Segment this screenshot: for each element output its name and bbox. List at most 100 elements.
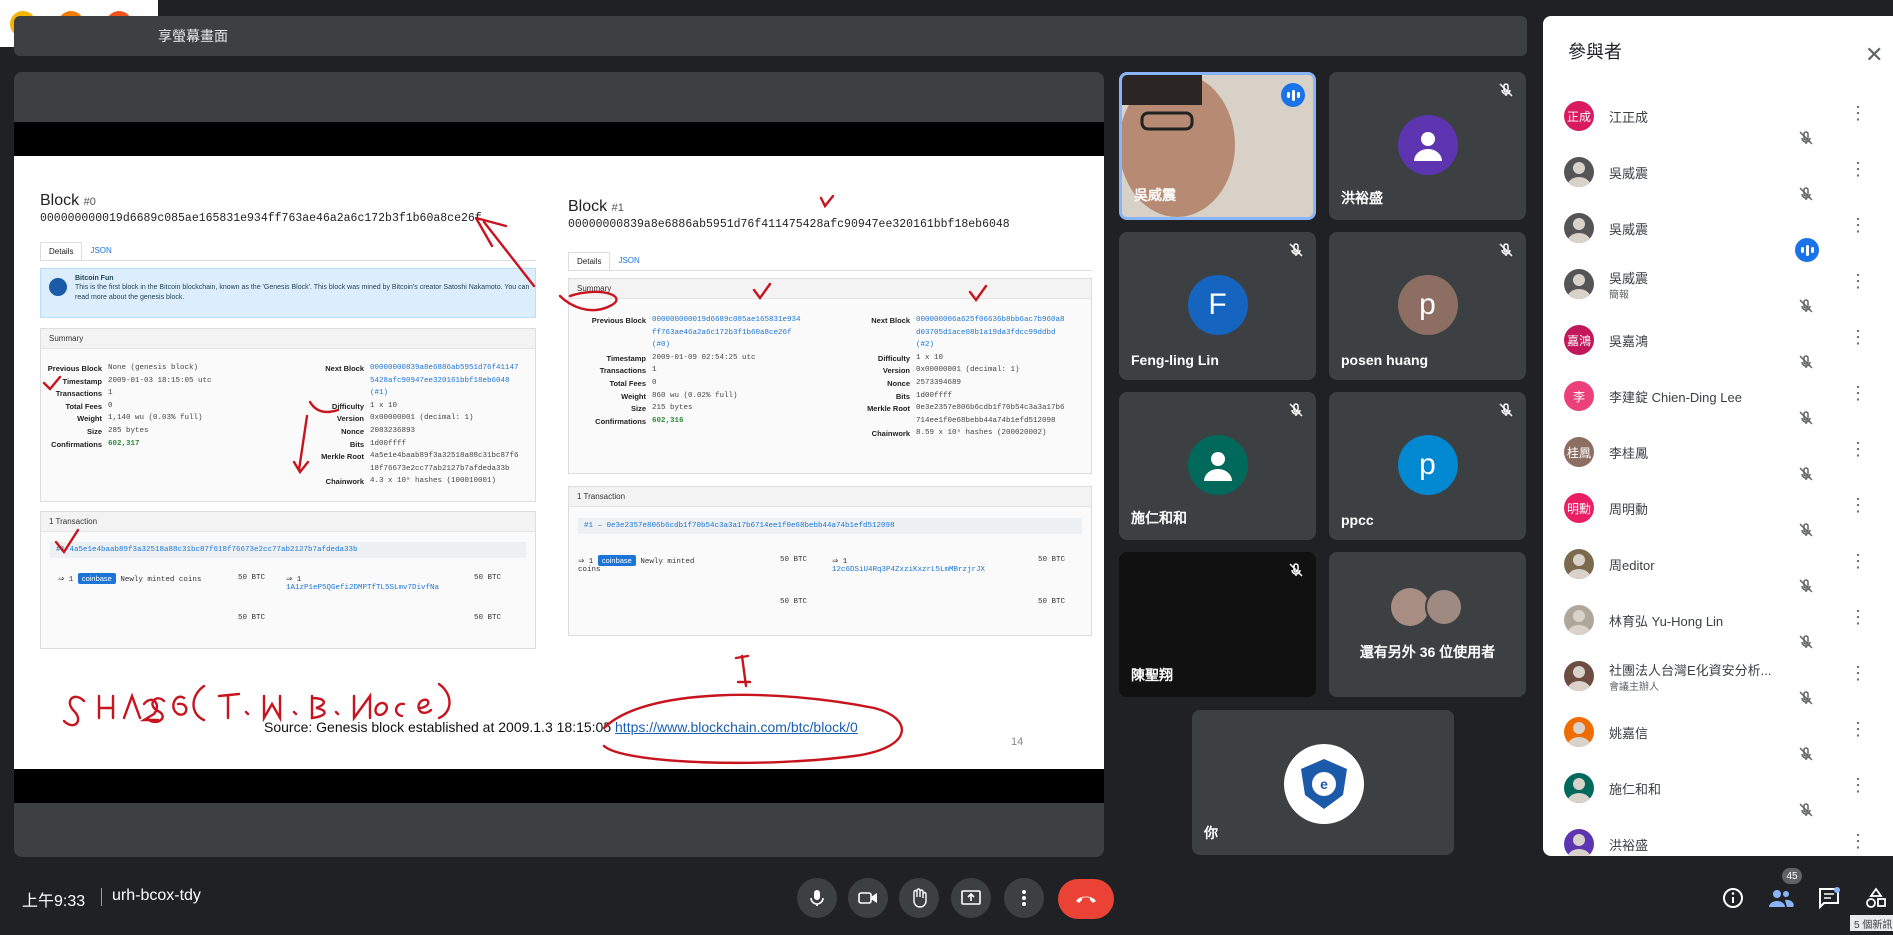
summary-value: 0 <box>652 379 657 387</box>
participant-row[interactable]: 吳威震 ⋮ <box>1543 144 1893 201</box>
summary-value: 860 wu (0.02% full) <box>652 391 738 400</box>
tab-details[interactable]: Details <box>568 252 611 270</box>
tile-more-participants[interactable]: 還有另外 36 位使用者 <box>1329 552 1526 697</box>
participants-panel: 參與者 ✕ 正成 江正成 ⋮ 吳威震 ⋮ 吳威震 ⋮ 吳威震 簡報 ⋮ 嘉鴻 吳嘉鴻 ⋮ 李李建錠 Chi… <box>1543 16 1893 856</box>
summary-key <box>568 329 646 337</box>
mic-off-icon <box>1289 563 1303 577</box>
summary-value[interactable]: (#1) <box>370 389 388 397</box>
more-vert-icon[interactable]: ⋮ <box>1849 720 1867 738</box>
summary-value[interactable]: ff763ae46a2a6c172b3f1b60a8ce26f <box>652 329 792 337</box>
tile-posen-huang[interactable]: p posen huang <box>1329 232 1526 380</box>
participant-row[interactable]: 桂鳳 李桂鳳 ⋮ <box>1543 424 1893 481</box>
participant-row[interactable]: 吳威震 簡報 ⋮ <box>1543 256 1893 313</box>
summary-value[interactable]: (#0) <box>652 341 670 349</box>
block1-title: Block #1 <box>568 198 624 215</box>
tab-details[interactable]: Details <box>40 242 83 260</box>
tile-self[interactable]: e 你 <box>1192 710 1454 855</box>
more-vert-icon[interactable]: ⋮ <box>1849 664 1867 682</box>
close-icon[interactable]: ✕ <box>1865 44 1883 66</box>
block0-tx-hash[interactable]: #1 4a5e1e4baab89f3a32518a88c31bc87f618f7… <box>50 542 526 558</box>
summary-row: Previous Block None (genesis block) <box>40 364 198 373</box>
more-vert-icon[interactable]: ⋮ <box>1849 272 1867 290</box>
more-options-button[interactable] <box>1004 878 1044 918</box>
participant-row[interactable]: 明勳 周明勳 ⋮ <box>1543 480 1893 537</box>
mic-button[interactable] <box>797 878 837 918</box>
more-vert-icon[interactable]: ⋮ <box>1849 384 1867 402</box>
tile-施仁和和[interactable]: 施仁和和 <box>1119 392 1316 540</box>
source-text: Source: Genesis block established at 200… <box>264 719 612 735</box>
more-vert-icon[interactable]: ⋮ <box>1849 608 1867 626</box>
participant-row[interactable]: 正成 江正成 ⋮ <box>1543 88 1893 145</box>
tile-吳威震[interactable]: 吳威震 <box>1119 72 1316 220</box>
summary-key: Difficulty <box>331 401 364 411</box>
summary-value[interactable]: 000000000019d6689c085ae165831e934 <box>652 316 801 325</box>
summary-key <box>568 341 646 349</box>
more-vert-icon[interactable]: ⋮ <box>1849 160 1867 178</box>
summary-row: Chainwork 4.3 x 10⁹ hashes (100010001) <box>294 477 496 486</box>
block0-tx-total-out: 50 BTC <box>474 614 502 622</box>
participant-row[interactable]: 李李建錠 Chien-Ding Lee ⋮ <box>1543 368 1893 425</box>
summary-value: None (genesis block) <box>108 364 199 372</box>
tab-json[interactable]: JSON <box>82 242 119 260</box>
participant-row[interactable]: 吳威震 ⋮ <box>1543 200 1893 262</box>
meeting-code: urh-bcox-tdy <box>112 887 201 904</box>
leave-call-button[interactable] <box>1058 879 1114 919</box>
present-button[interactable] <box>951 878 991 918</box>
more-vert-icon[interactable]: ⋮ <box>1849 328 1867 346</box>
tile-name: 陳聖翔 <box>1131 667 1173 683</box>
summary-value: 2573394689 <box>916 379 962 387</box>
camera-button[interactable] <box>848 878 888 918</box>
participant-row[interactable]: 施仁和和 ⋮ <box>1543 760 1893 817</box>
presentation-stage: Block #0 000000000019d6689c085ae165831e9… <box>14 72 1104 857</box>
participant-name: 江正成 <box>1609 110 1649 125</box>
summary-row: Timestamp 2009-01-03 18:15:05 utc <box>40 377 212 386</box>
source-link[interactable]: https://www.blockchain.com/btc/block/0 <box>615 719 858 735</box>
block0-title: Block #0 <box>40 192 96 209</box>
participant-row[interactable]: 周editor ⋮ <box>1543 536 1893 593</box>
block1-tx-output: ⇒ 1 12c6DSiU4Rq3P4ZxziKxzrL5LmMBrzjrJX <box>832 558 986 574</box>
summary-key: Total Fees <box>65 401 102 411</box>
summary-row: Version 0x00000001 (decimal: 1) <box>832 366 1020 375</box>
participant-row[interactable]: 姚嘉信 ⋮ <box>1543 704 1893 761</box>
block0-tabs: Details JSON <box>40 242 536 261</box>
coinbase-badge: coinbase <box>597 555 636 566</box>
summary-value: 602,316 <box>652 416 684 425</box>
participant-avatar: 李 <box>1564 381 1594 411</box>
tile-陳聖翔[interactable]: 陳聖翔 <box>1119 552 1316 697</box>
tab-json[interactable]: JSON <box>610 252 647 270</box>
avatar: p <box>1397 275 1458 335</box>
summary-value[interactable]: 000000006a625f06636b8bb6ac7b960a8 <box>916 316 1065 325</box>
participant-row[interactable]: 嘉鴻 吳嘉鴻 ⋮ <box>1543 312 1893 369</box>
more-vert-icon[interactable]: ⋮ <box>1849 776 1867 794</box>
summary-value[interactable]: d03705d1ace08b1a19da3fdcc99ddbd <box>916 329 1056 337</box>
more-vert-icon[interactable]: ⋮ <box>1849 552 1867 570</box>
participants-button[interactable] <box>1767 884 1795 912</box>
more-vert-icon[interactable]: ⋮ <box>1849 216 1867 234</box>
tile-洪裕盛[interactable]: 洪裕盛 <box>1329 72 1526 220</box>
mic-off-icon <box>1289 243 1303 257</box>
activities-button[interactable] <box>1862 884 1890 912</box>
chat-button[interactable] <box>1815 884 1843 912</box>
tile-feng-ling-lin[interactable]: F Feng-ling Lin <box>1119 232 1316 380</box>
tile-ppcc[interactable]: p ppcc <box>1329 392 1526 540</box>
more-vert-icon[interactable]: ⋮ <box>1849 496 1867 514</box>
more-vert-icon[interactable]: ⋮ <box>1849 832 1867 850</box>
block1-tx-hash[interactable]: #1 – 0e3e2357e806b6cdb1f70b54c3a3a17b671… <box>578 518 1082 534</box>
camera-icon <box>858 892 877 904</box>
summary-value[interactable]: 5428afc90947ee320161bbf18eb6048 <box>370 377 510 385</box>
summary-row: Size 285 bytes <box>40 427 149 436</box>
new-messages-badge[interactable]: 5 個新訊 <box>1850 915 1893 931</box>
participant-row[interactable]: 洪裕盛 ⋮ <box>1543 816 1893 856</box>
summary-row: 714ee1f0e68bebb44a74b1efd512098 <box>832 417 1056 425</box>
more-vert-icon[interactable]: ⋮ <box>1849 104 1867 122</box>
summary-value[interactable]: 00000000839a8e6886ab5951d76f41147 <box>370 364 519 373</box>
raise-hand-button[interactable] <box>899 878 939 918</box>
meeting-details-button[interactable] <box>1719 884 1747 912</box>
summary-value[interactable]: (#2) <box>916 341 934 349</box>
participant-name: 吳嘉鴻 <box>1609 334 1649 349</box>
participant-row[interactable]: 社團法人台灣E化資安分析... 會議主辦人 ⋮ <box>1543 648 1893 705</box>
summary-key <box>832 417 910 425</box>
more-vert-icon[interactable]: ⋮ <box>1849 440 1867 458</box>
participant-row[interactable]: 林育弘 Yu-Hong Lin ⋮ <box>1543 592 1893 649</box>
summary-row: (#1) <box>294 389 388 397</box>
